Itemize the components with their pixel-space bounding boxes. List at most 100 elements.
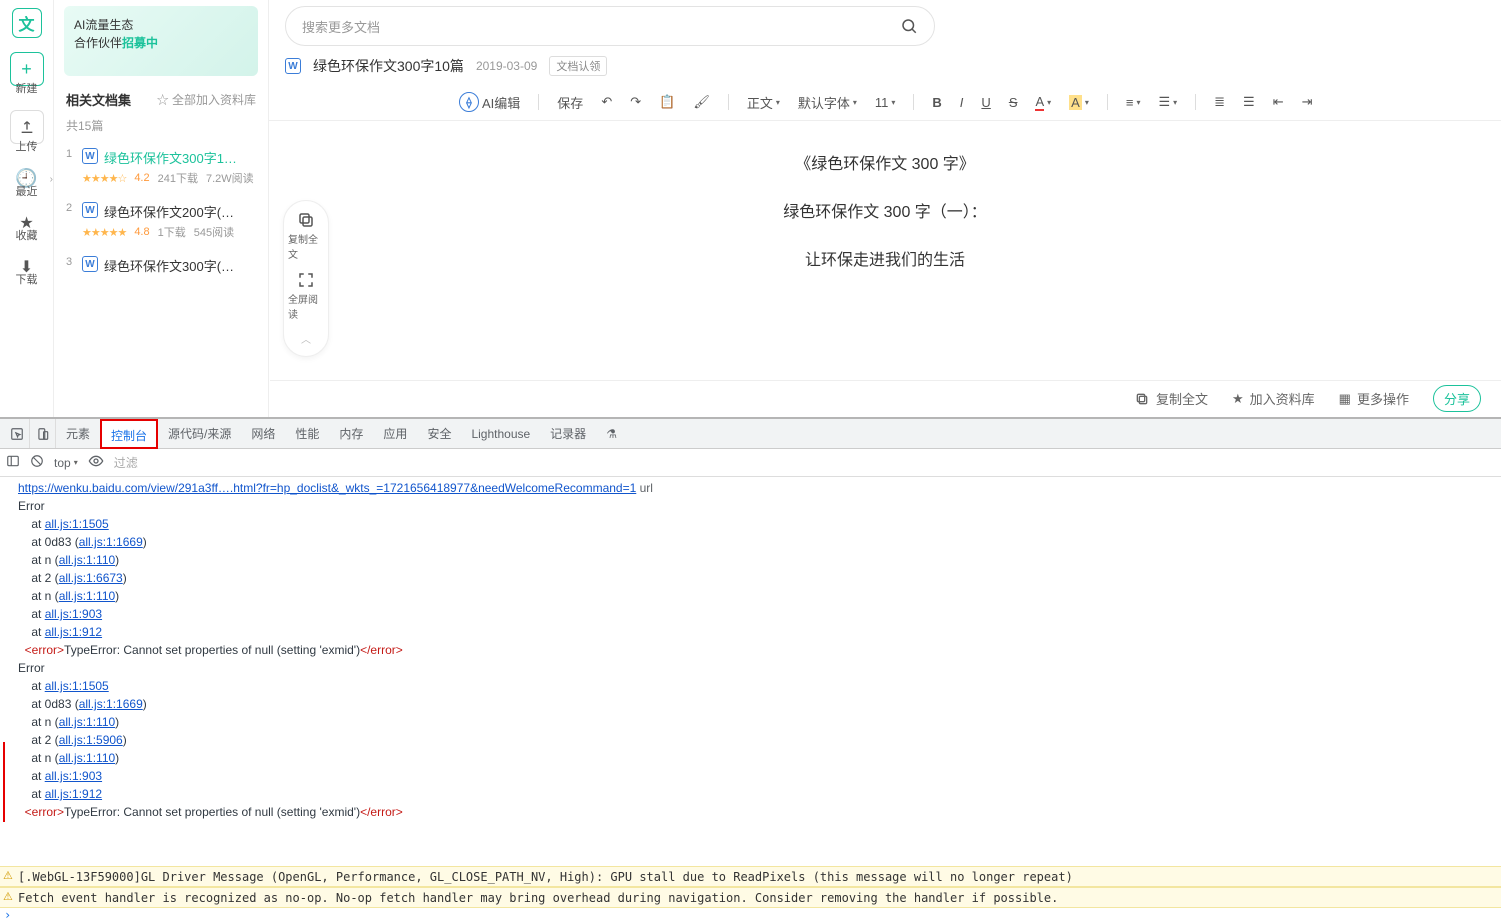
doc-count: 共15篇 [54,117,268,140]
undo-button[interactable]: ↶ [601,94,612,110]
banner-highlight: 招募中 [122,36,158,50]
filter-input[interactable]: 过滤 [114,454,138,471]
fullscreen-button[interactable]: 全屏阅读 [288,271,324,321]
float-tools: 复制全文 全屏阅读 ︿ [283,200,329,357]
document-content: 《绿色环保作文 300 字》 绿色环保作文 300 字（一）： 让环保走进我们的… [269,121,1501,305]
underline-button[interactable]: U [981,95,990,110]
new-label: 新建 [16,80,38,96]
devtools-tab-1[interactable]: 控制台 [100,419,158,449]
copy-icon [1134,391,1150,407]
banner-line1: AI流量生态 [74,16,248,34]
save-button[interactable]: 保存 [557,93,583,112]
upload-icon [19,119,35,135]
copy-fulltext-button[interactable]: 复制全文 [288,211,324,261]
stack-link[interactable]: all.js:1:1669 [79,535,143,549]
devtools-tab-7[interactable]: 安全 [417,419,461,448]
add-all-button[interactable]: ☆ 全部加入资料库 [157,91,256,108]
related-title: 相关文档集 [66,90,131,109]
search-input[interactable]: 搜索更多文档 [285,6,935,46]
banner-line2: 合作伙伴 [74,36,122,50]
stack-link[interactable]: all.js:1:5906 [59,733,123,747]
size-select[interactable]: 11▾ [875,95,896,110]
stack-link[interactable]: all.js:1:110 [59,751,115,765]
format-brush-button[interactable]: 🖌 [693,94,710,110]
strike-button[interactable]: S [1009,95,1018,110]
stack-link[interactable]: all.js:1:6673 [59,571,123,585]
style-select[interactable]: 正文▾ [747,93,780,112]
devtools-tab-8[interactable]: Lighthouse [461,419,540,448]
collapse-button[interactable]: ︿ [301,331,311,346]
devtools-tab-0[interactable]: 元素 [56,419,100,448]
redo-button[interactable]: ↷ [630,94,641,110]
stack-link[interactable]: all.js:1:912 [45,625,102,639]
stack-link[interactable]: all.js:1:110 [59,715,115,729]
bold-button[interactable]: B [932,95,941,110]
devtools-panel: 元素控制台源代码/来源网络性能内存应用安全Lighthouse记录器 ⚗ top… [0,417,1501,922]
search-icon [900,17,918,35]
console-url-link[interactable]: https://wenku.baidu.com/view/291a3ff….ht… [18,481,636,495]
console-prompt[interactable]: › [0,908,1501,922]
ai-edit-button[interactable]: ⟠AI编辑 [459,92,520,112]
devtools-tab-9[interactable]: 记录器 [540,419,596,448]
stack-link[interactable]: all.js:1:903 [45,607,102,621]
doc-paragraph: 绿色环保作文 300 字（一）： [309,189,1461,237]
devtools-tab-2[interactable]: 源代码/来源 [158,419,241,448]
device-icon [36,427,50,441]
devtools-tab-3[interactable]: 网络 [241,419,285,448]
clear-console[interactable] [30,454,44,471]
device-tool[interactable] [30,419,56,448]
italic-button[interactable]: I [960,95,964,110]
outdent-button[interactable]: ⇤ [1273,94,1284,110]
ai-icon: ⟠ [459,92,479,112]
word-icon: W [285,58,301,74]
add-library-action[interactable]: ★加入资料库 [1232,389,1315,408]
stack-link[interactable]: all.js:1:110 [59,553,115,567]
related-doc-item[interactable]: 2W绿色环保作文200字(…★★★★★4.81下载545阅读 [66,194,256,248]
console-toolbar: top ▾ 过滤 [0,449,1501,477]
text-color-button[interactable]: A▾ [1035,94,1051,111]
stack-link[interactable]: all.js:1:903 [45,769,102,783]
console-output[interactable]: https://wenku.baidu.com/view/291a3ff….ht… [0,477,1501,866]
console-warning: [.WebGL-13F59000]GL Driver Message (Open… [0,866,1501,887]
stack-link[interactable]: all.js:1:1505 [45,517,109,531]
doc-date: 2019-03-09 [476,59,537,73]
stack-link[interactable]: all.js:1:1669 [79,697,143,711]
promo-banner[interactable]: AI流量生态 合作伙伴招募中 [64,6,258,76]
copy-text-action[interactable]: 复制全文 [1134,389,1208,408]
inspect-tool[interactable] [4,419,30,448]
align-button[interactable]: ≡▾ [1126,95,1141,110]
annotation-line [3,742,5,822]
stack-link[interactable]: all.js:1:110 [59,589,115,603]
fav-label: 收藏 [16,227,38,243]
devtools-tab-6[interactable]: 应用 [373,419,417,448]
highlight-button[interactable]: A▾ [1069,95,1089,110]
related-doc-item[interactable]: 3W绿色环保作文300字(… [66,248,256,283]
sidebar-toggle[interactable] [6,454,20,471]
font-select[interactable]: 默认字体▾ [798,93,857,112]
claim-badge[interactable]: 文档认领 [549,56,607,76]
upload-label: 上传 [16,138,38,154]
ordered-list-button[interactable]: ≣ [1214,94,1225,110]
unordered-list-button[interactable]: ☰ [1243,94,1255,110]
line-height-button[interactable]: ☰▾ [1158,94,1177,110]
indent-button[interactable]: ⇥ [1302,94,1313,110]
stack-link[interactable]: all.js:1:912 [45,787,102,801]
related-doc-item[interactable]: 1W绿色环保作文300字1…★★★★☆4.2241下载7.2W阅读 [66,140,256,194]
tab-recorder-beta[interactable]: ⚗ [596,419,627,448]
more-actions[interactable]: ▦ 更多操作 [1339,389,1409,408]
clear-icon [30,454,44,468]
clipboard-button[interactable]: 📋 [659,94,675,110]
devtools-tab-4[interactable]: 性能 [285,419,329,448]
search-placeholder: 搜索更多文档 [302,17,380,36]
editor-toolbar: ⟠AI编辑 保存 ↶ ↷ 📋 🖌 正文▾ 默认字体▾ 11▾ B I U S A… [269,86,1501,121]
app-logo[interactable]: 文 [12,8,42,38]
side-panel: AI流量生态 合作伙伴招募中 相关文档集 ☆ 全部加入资料库 共15篇 1W绿色… [54,0,269,417]
devtools-tab-5[interactable]: 内存 [329,419,373,448]
left-nav: 文 + 新建 上传 🕘 最近 › ★ 收藏 ⬇ 下载 [0,0,54,417]
main-area: 搜索更多文档 W 绿色环保作文300字10篇 2019-03-09 文档认领 ⟠… [269,0,1501,417]
stack-link[interactable]: all.js:1:1505 [45,679,109,693]
context-selector[interactable]: top ▾ [54,456,78,470]
share-button[interactable]: 分享 [1433,385,1481,412]
live-expression[interactable] [88,453,104,472]
console-warning: Fetch event handler is recognized as no-… [0,887,1501,908]
